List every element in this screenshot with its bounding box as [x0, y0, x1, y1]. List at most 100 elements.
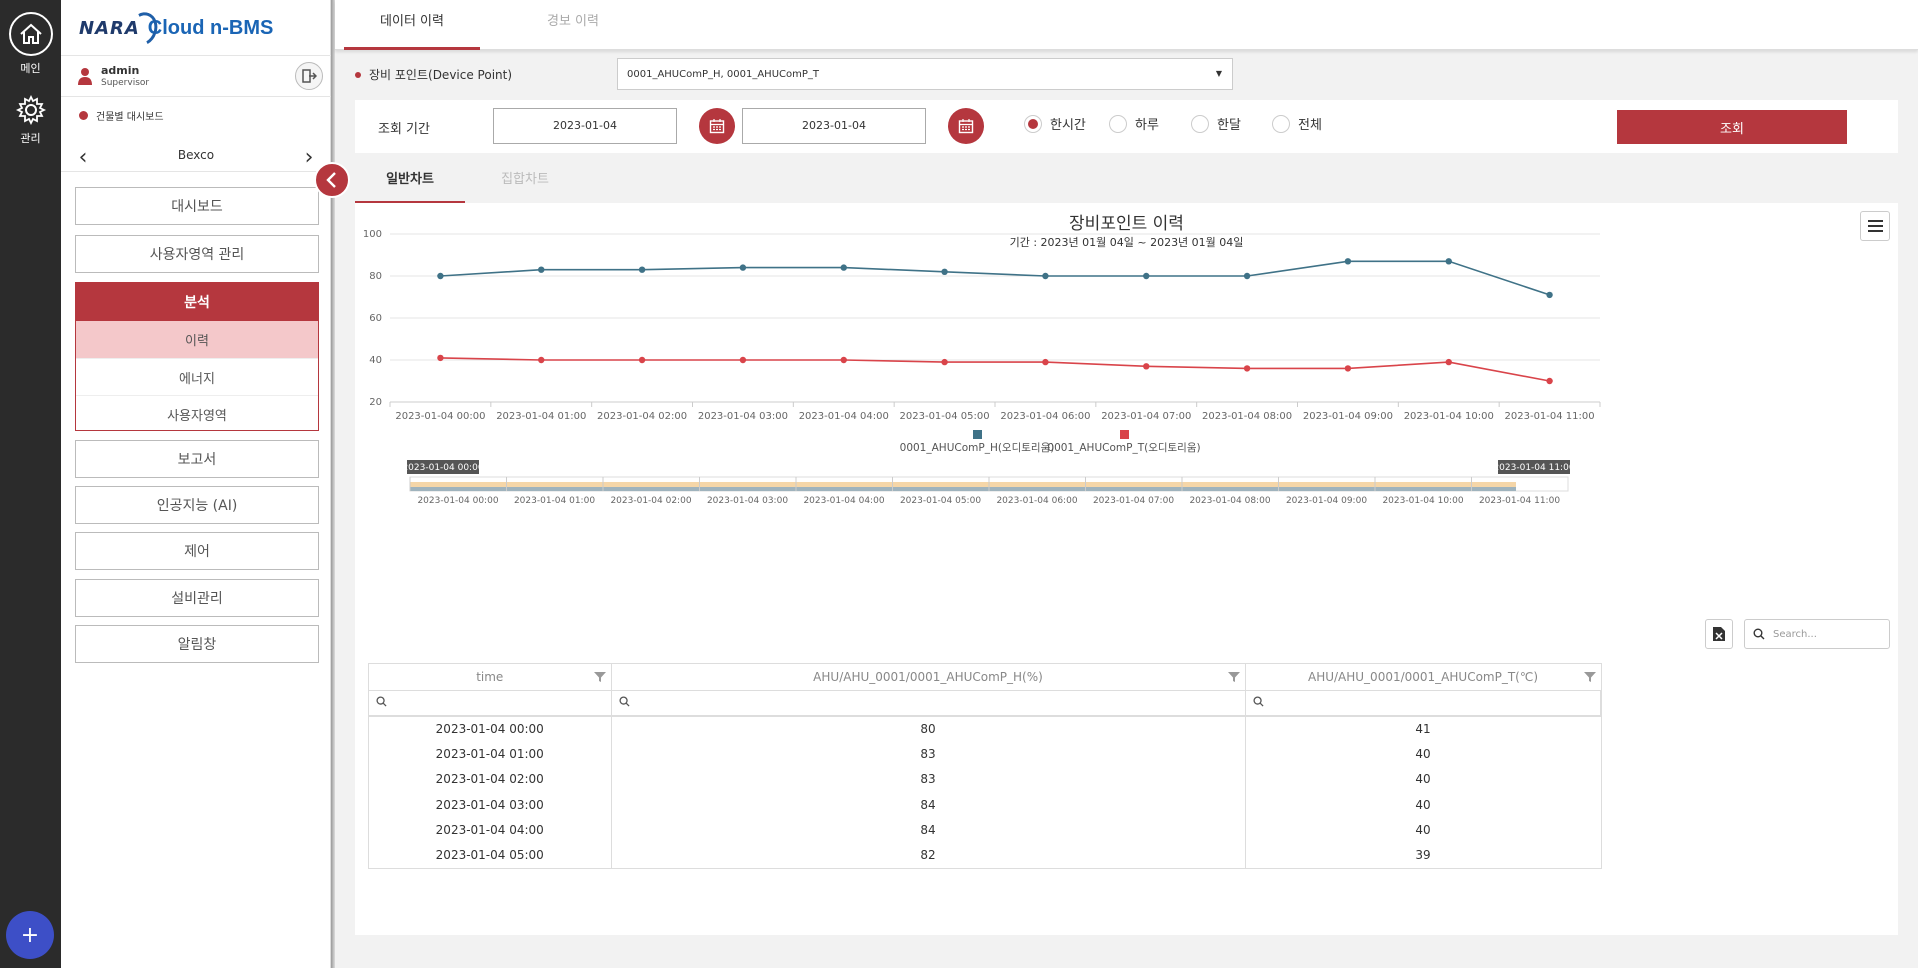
x-tick-label: 2023-01-04 10:00	[1404, 411, 1494, 422]
navigator-tick-label: 2023-01-04 09:00	[1286, 496, 1367, 506]
user-name: admin	[101, 64, 140, 77]
x-tick-label: 2023-01-04 08:00	[1202, 411, 1292, 422]
navigator-tick-label: 2023-01-04 08:00	[1189, 496, 1270, 506]
x-tick-label: 2023-01-04 01:00	[496, 411, 586, 422]
export-excel-button[interactable]	[1705, 619, 1733, 649]
user-role: Supervisor	[101, 78, 150, 88]
start-date-input[interactable]: 2023-01-04	[493, 108, 677, 144]
filter-cell-humidity[interactable]	[611, 690, 1246, 717]
x-tick-label: 2023-01-04 06:00	[1000, 411, 1090, 422]
query-button[interactable]: 조회	[1617, 110, 1847, 144]
column-header-humidity[interactable]: AHU/AHU_0001/0001_AHUComP_H(%)	[611, 664, 1246, 691]
end-calendar-button[interactable]	[948, 108, 984, 144]
site-name: Bexco	[177, 148, 215, 162]
data-point	[1243, 272, 1251, 280]
menu-facility[interactable]: 설비관리	[75, 579, 319, 617]
building-dashboard-link[interactable]: 건물별 대시보드	[79, 108, 164, 123]
filter-icon[interactable]	[1583, 671, 1596, 683]
table-cell: 83	[611, 766, 1246, 792]
data-point	[941, 358, 948, 366]
navigator-tick-label: 2023-01-04 01:00	[514, 496, 595, 506]
gear-icon	[11, 92, 51, 128]
tab-aggregate-chart[interactable]: 집합차트	[470, 160, 580, 204]
admin-label: 관리	[20, 132, 41, 145]
table-row[interactable]: 2023-01-04 02:00 83 40	[369, 766, 1601, 792]
chevron-right-icon[interactable]: ›	[299, 145, 319, 170]
y-tick-label: 40	[369, 355, 382, 366]
table-cell: 82	[611, 842, 1246, 868]
navigator-series-band	[410, 487, 1516, 491]
collapse-sidebar-button[interactable]	[314, 162, 350, 198]
menu-ai[interactable]: 인공지능 (AI)	[75, 486, 319, 524]
y-tick-label: 20	[369, 397, 382, 408]
search-icon	[1753, 628, 1765, 640]
device-point-value: 0001_AHUComP_H, 0001_AHUComP_T	[627, 69, 819, 80]
tab-general-chart[interactable]: 일반차트	[355, 160, 465, 204]
series-line-2	[440, 357, 1550, 382]
menu-alarm[interactable]: 알림창	[75, 625, 319, 663]
tab-alarm-history[interactable]: 경보 이력	[505, 0, 641, 50]
navigator-tick-label: 2023-01-04 07:00	[1093, 496, 1174, 506]
start-calendar-button[interactable]	[699, 108, 735, 144]
end-date-input[interactable]: 2023-01-04	[742, 108, 926, 144]
home-button[interactable]: 메인	[0, 12, 61, 76]
brand: NARA Cloud n-BMS	[79, 7, 274, 50]
column-header-time[interactable]: time	[369, 664, 612, 691]
filter-cell-temperature[interactable]	[1245, 690, 1601, 717]
data-point	[941, 268, 948, 275]
menu-user-area-mgmt[interactable]: 사용자영역 관리	[75, 235, 319, 273]
menu-dashboard[interactable]: 대시보드	[75, 187, 319, 225]
add-fab-button[interactable]: +	[6, 911, 54, 959]
radio-checked-icon	[1024, 114, 1042, 133]
table-row[interactable]: 2023-01-04 01:00 83 40	[369, 741, 1601, 767]
navigator-tick-label: 2023-01-04 11:00	[1479, 496, 1560, 506]
radio-day[interactable]: 하루	[1109, 114, 1159, 133]
grid-search-placeholder: Search...	[1773, 628, 1817, 640]
radio-month[interactable]: 한달	[1191, 114, 1241, 133]
tab-data-history[interactable]: 데이터 이력	[344, 0, 480, 50]
table-cell: 40	[1415, 746, 1431, 761]
menu-report[interactable]: 보고서	[75, 440, 319, 478]
bullet-dot-icon	[355, 71, 361, 78]
query-panel: 조회 기간 2023-01-04 - 2023-01-04 한시간 하루 한달 …	[355, 100, 1898, 153]
table-row[interactable]: 2023-01-04 05:00 82 39	[369, 842, 1601, 868]
device-point-select[interactable]: 0001_AHUComP_H, 0001_AHUComP_T ▼	[617, 58, 1233, 90]
chart-card: 장비포인트 이력 기간 : 2023년 01월 04일 ~ 2023년 01월 …	[355, 203, 1898, 935]
navigator-tick-label: 2023-01-04 04:00	[803, 496, 884, 506]
table-row[interactable]: 2023-01-04 04:00 84 40	[369, 817, 1601, 843]
y-tick-label: 60	[369, 313, 382, 324]
radio-unchecked-icon	[1191, 114, 1209, 133]
y-tick-label: 100	[363, 229, 382, 240]
data-point	[739, 356, 747, 364]
brand-name: Cloud n-BMS	[147, 16, 274, 39]
menu-analysis-user-area[interactable]: 사용자영역	[76, 395, 318, 432]
table-row[interactable]: 2023-01-04 03:00 84 40	[369, 791, 1601, 818]
site-selector: ‹ Bexco ›	[61, 140, 331, 172]
main-content: 데이터 이력 경보 이력 장비 포인트(Device Point) 0001_A…	[335, 0, 1918, 968]
search-icon	[1252, 696, 1264, 707]
menu-control[interactable]: 제어	[75, 532, 319, 570]
menu-analysis[interactable]: 분석	[76, 283, 318, 321]
x-tick-label: 2023-01-04 00:00	[395, 411, 485, 422]
filter-cell-time[interactable]	[369, 690, 612, 717]
data-point	[840, 356, 847, 364]
table-cell: 83	[611, 741, 1246, 767]
radio-all[interactable]: 전체	[1272, 114, 1322, 133]
admin-button[interactable]: 관리	[0, 92, 61, 146]
column-header-temperature[interactable]: AHU/AHU_0001/0001_AHUComP_T(℃)	[1245, 664, 1601, 691]
menu-analysis-history[interactable]: 이력	[76, 321, 318, 358]
bullet-dot-icon	[79, 111, 88, 120]
table-cell: 2023-01-04 03:00	[369, 791, 612, 818]
filter-icon[interactable]	[593, 671, 606, 683]
y-tick-label: 80	[369, 271, 382, 282]
logout-button[interactable]	[295, 62, 323, 90]
navigator-tick-label: 2023-01-04 03:00	[707, 496, 788, 506]
menu-analysis-energy[interactable]: 에너지	[76, 358, 318, 395]
table-row[interactable]: 2023-01-04 00:00 80 41	[369, 716, 1601, 742]
chart-tabs: 일반차트 집합차트	[355, 160, 615, 204]
radio-hour[interactable]: 한시간	[1024, 114, 1086, 133]
filter-icon[interactable]	[1227, 671, 1240, 683]
grid-search-input[interactable]: Search...	[1744, 619, 1890, 649]
data-point	[437, 354, 444, 362]
user-panel: admin Supervisor	[61, 55, 331, 97]
